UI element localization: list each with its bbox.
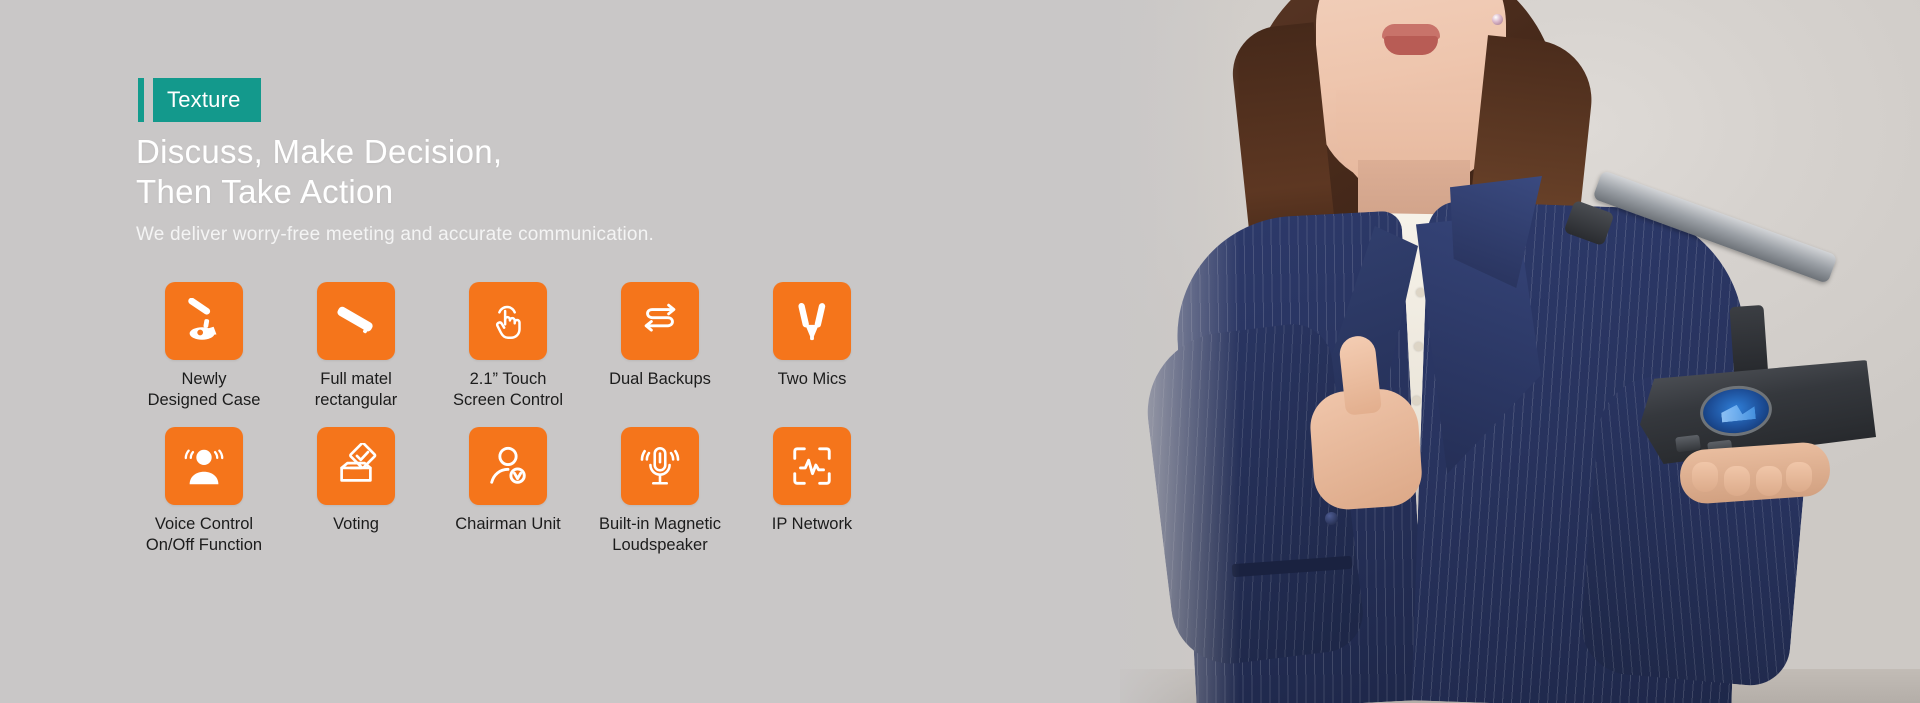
product-feature-banner: Texture Discuss, Make Decision, Then Tak… [0, 0, 1920, 703]
finger [1692, 462, 1718, 492]
feature-label: Voting [333, 515, 379, 533]
dual-backup-arrows-icon [644, 303, 676, 332]
feature-row-1: Newly Designed Case Full matel rectangul… [128, 282, 888, 411]
blouse-button [1412, 396, 1421, 405]
touch-gesture-icon [495, 305, 521, 340]
feature-label: Full matel rectangular [314, 370, 398, 409]
blazer-button [1325, 512, 1338, 525]
feature-ip-network: IP Network [736, 427, 888, 535]
feature-icon-tile [621, 427, 699, 505]
feature-label: Newly Designed Case [147, 370, 261, 409]
page-title: Discuss, Make Decision, Then Take Action [136, 132, 502, 212]
feature-full-metal-rectangular: Full matel rectangular [280, 282, 432, 411]
headline-line-2: Then Take Action [136, 173, 394, 210]
feature-label: Dual Backups [609, 370, 711, 388]
feature-icon-tile [773, 282, 851, 360]
feature-magnetic-loudspeaker: Built-in Magnetic Loudspeaker [584, 427, 736, 556]
feature-label: Chairman Unit [455, 515, 561, 533]
feature-grid: Newly Designed Case Full matel rectangul… [128, 282, 888, 556]
feature-icon-tile [469, 282, 547, 360]
finger [1786, 462, 1812, 492]
subheadline: We deliver worry-free meeting and accura… [136, 224, 654, 245]
feature-icon-tile [773, 427, 851, 505]
feature-label: Voice Control On/Off Function [145, 515, 263, 554]
feature-two-mics: Two Mics [736, 282, 888, 390]
feature-row-2: Voice Control On/Off Function Voting Cha… [128, 427, 888, 556]
finger [1756, 466, 1782, 496]
feature-icon-tile [165, 282, 243, 360]
badge-label: Texture [153, 78, 261, 122]
two-microphones-icon [798, 302, 826, 341]
feature-chairman-unit: Chairman Unit [432, 427, 584, 535]
feature-voice-control: Voice Control On/Off Function [128, 427, 280, 556]
feature-label: IP Network [771, 515, 853, 533]
hero-photo [1120, 0, 1920, 703]
feature-icon-tile [621, 282, 699, 360]
texture-badge: Texture [138, 78, 261, 122]
feature-icon-tile [469, 427, 547, 505]
ballot-box-vote-icon [340, 443, 377, 482]
conference-microphone-icon [188, 298, 217, 340]
feature-label: Built-in Magnetic Loudspeaker [599, 515, 721, 554]
blouse-button [1414, 342, 1423, 351]
badge-gap [144, 78, 153, 122]
microphone-sound-waves-icon [640, 446, 680, 485]
voice-control-person-icon [184, 449, 224, 485]
feature-touch-screen-control: 2.1” Touch Screen Control [432, 282, 584, 411]
feature-icon-tile [317, 282, 395, 360]
lower-lip [1384, 36, 1438, 55]
ip-network-signal-icon [793, 447, 831, 485]
feature-icon-tile [317, 427, 395, 505]
finger [1724, 466, 1750, 496]
feature-voting: Voting [280, 427, 432, 535]
metal-rectangular-bar-icon [337, 306, 373, 334]
feature-label: 2.1” Touch Screen Control [452, 370, 564, 409]
headline-line-1: Discuss, Make Decision, [136, 133, 503, 170]
feature-label: Two Mics [777, 370, 847, 388]
feature-newly-designed-case: Newly Designed Case [128, 282, 280, 411]
feature-icon-tile [165, 427, 243, 505]
feature-dual-backups: Dual Backups [584, 282, 736, 390]
banner-content: Texture Discuss, Make Decision, Then Tak… [0, 0, 1100, 703]
blouse-button [1416, 288, 1425, 297]
chairman-person-badge-icon [490, 446, 526, 484]
earring [1492, 14, 1503, 25]
